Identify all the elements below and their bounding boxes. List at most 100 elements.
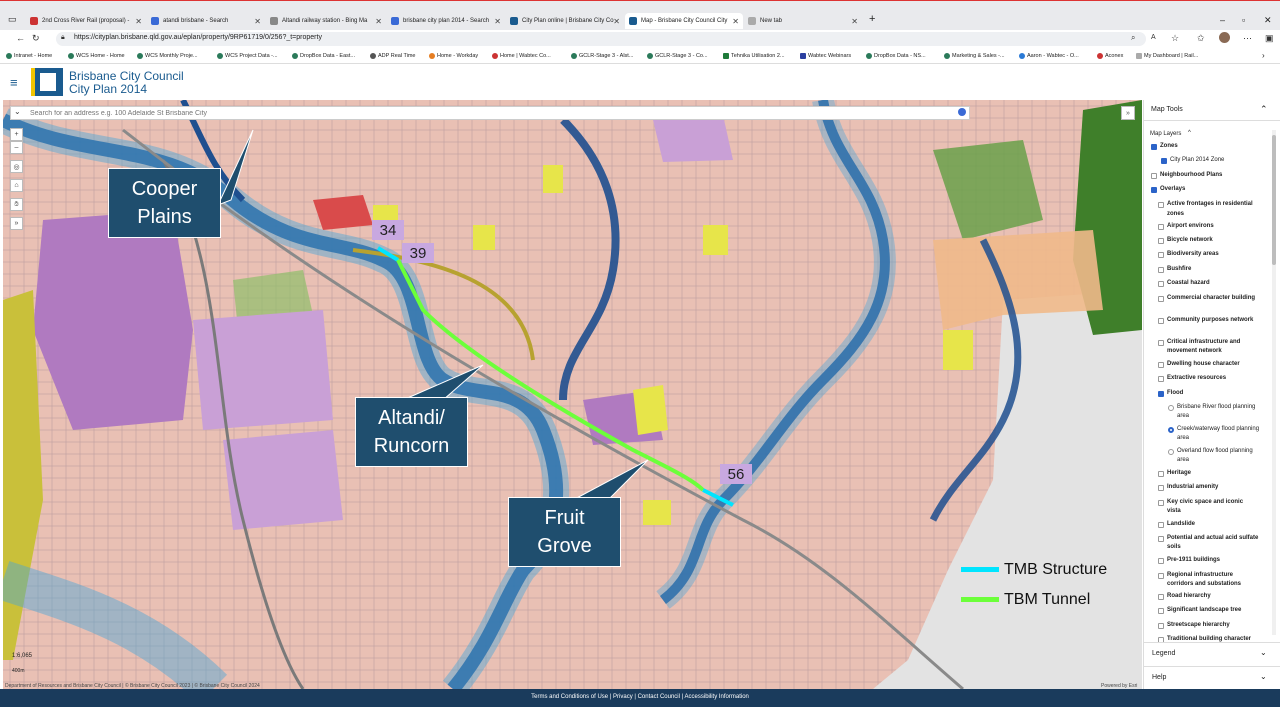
layer-checkbox[interactable] <box>1158 252 1164 258</box>
favorites-icon[interactable]: ✩ <box>1197 33 1205 44</box>
layer-label[interactable]: zones <box>1167 211 1184 217</box>
close-icon[interactable]: ✕ <box>494 17 501 26</box>
layer-checkbox[interactable] <box>1158 522 1164 528</box>
layer-label[interactable]: Creek/waterway flood planning <box>1177 426 1259 432</box>
layer-label[interactable]: Bicycle network <box>1167 237 1213 243</box>
search-options-chevron-icon[interactable]: ⌄ <box>14 107 21 116</box>
bookmark-item[interactable]: Home | Wabtec Co... <box>492 53 551 59</box>
close-icon[interactable]: ✕ <box>613 17 620 26</box>
layer-checkbox[interactable] <box>1158 281 1164 287</box>
url-text[interactable]: https://cityplan.brisbane.qld.gov.au/epl… <box>74 34 322 41</box>
bookmark-item[interactable]: Tehnika Utilisation 2... <box>723 53 785 59</box>
refresh-icon[interactable]: ↻ <box>32 33 40 44</box>
home-button[interactable]: ⌂ <box>10 179 23 192</box>
tab-city-plan-online[interactable]: City Plan online | Brisbane City Co ✕ <box>506 13 624 29</box>
close-icon[interactable]: ✕ <box>254 17 261 26</box>
bookmark-item[interactable]: Wabtec Webinars <box>800 53 851 59</box>
footer-links[interactable]: Terms and Conditions of Use | Privacy | … <box>0 694 1280 700</box>
layer-label[interactable]: Zones <box>1160 143 1178 149</box>
layer-checkbox[interactable] <box>1158 267 1164 273</box>
bookmark-item[interactable]: My Dashboard | Rail... <box>1136 53 1198 59</box>
layer-checkbox[interactable] <box>1158 296 1164 302</box>
layer-label[interactable]: area <box>1177 457 1189 463</box>
close-icon[interactable]: ✕ <box>375 17 382 26</box>
zoom-out-button[interactable]: – <box>10 141 23 154</box>
read-aloud-icon[interactable]: A <box>1151 34 1156 41</box>
bookmark-item[interactable]: GCLR-Stage 3 - Co... <box>647 53 708 59</box>
layer-checkbox[interactable] <box>1158 573 1164 579</box>
hamburger-menu-icon[interactable]: ≡ <box>10 75 18 90</box>
bookmark-item[interactable]: DropBox Data - NS... <box>866 53 926 59</box>
bookmark-item[interactable]: WCS Monthly Proje... <box>137 53 198 59</box>
bookmarks-overflow-icon[interactable]: › <box>1262 51 1265 60</box>
bookmark-item[interactable]: GCLR-Stage 3 - Alst... <box>571 53 633 59</box>
chevron-up-icon[interactable]: ^ <box>1188 130 1191 136</box>
layer-label[interactable]: Extractive resources <box>1167 375 1226 381</box>
layer-checkbox[interactable] <box>1158 340 1164 346</box>
layer-label[interactable]: Community purposes network <box>1167 317 1253 323</box>
layer-label[interactable]: movement network <box>1167 348 1222 354</box>
layer-label[interactable]: Overlays <box>1160 186 1185 192</box>
bookmark-item[interactable]: WCS Home - Home <box>68 53 125 59</box>
layer-checkbox[interactable] <box>1158 376 1164 382</box>
tab-cross-river-rail[interactable]: 2nd Cross River Rail (proposal) - ✕ <box>26 13 146 29</box>
address-search-input[interactable] <box>30 108 950 118</box>
tab-atandi-search[interactable]: atandi brisbane - Search ✕ <box>147 13 265 29</box>
layer-label[interactable]: area <box>1177 413 1189 419</box>
chevron-up-icon[interactable]: ⌃ <box>1260 104 1268 115</box>
layer-checkbox[interactable] <box>1158 623 1164 629</box>
layer-label[interactable]: Road hierarchy <box>1167 593 1211 599</box>
layer-label[interactable]: Active frontages in residential <box>1167 201 1253 207</box>
layer-checkbox[interactable] <box>1158 391 1164 397</box>
layer-checkbox[interactable] <box>1151 173 1157 179</box>
layer-radio[interactable] <box>1168 427 1174 433</box>
maximize-icon[interactable]: ▫ <box>1242 15 1245 25</box>
layer-label[interactable]: Coastal hazard <box>1167 280 1210 286</box>
chevron-down-icon[interactable]: ⌄ <box>1260 672 1267 681</box>
layer-label[interactable]: Overland flow flood planning <box>1177 448 1253 454</box>
legend-section-label[interactable]: Legend <box>1152 650 1175 657</box>
tab-actions-icon[interactable]: ▭ <box>8 14 17 25</box>
layer-label[interactable]: City Plan 2014 Zone <box>1170 157 1224 163</box>
expand-tools-button[interactable]: » <box>10 217 23 230</box>
minimize-icon[interactable]: – <box>1220 15 1225 25</box>
close-icon[interactable]: ✕ <box>732 17 739 26</box>
site-info-icon[interactable]: 🔒︎ <box>61 34 65 42</box>
bookmark-item[interactable]: ADP Real Time <box>370 53 416 59</box>
zoom-icon[interactable]: ⌕ <box>1131 33 1135 43</box>
tab-map-active[interactable]: Map - Brisbane City Council City ✕ <box>625 13 743 29</box>
profile-avatar[interactable] <box>1219 32 1230 43</box>
layer-label[interactable]: Brisbane River flood planning <box>1177 404 1255 410</box>
layer-label[interactable]: Streetscape hierarchy <box>1167 622 1230 628</box>
bookmark-item[interactable]: Aaron - Wabtec - O... <box>1019 53 1079 59</box>
layer-label[interactable]: area <box>1177 435 1189 441</box>
bookmark-item[interactable]: DropBox Data - East... <box>292 53 355 59</box>
tab-city-plan-search[interactable]: brisbane city plan 2014 - Search ✕ <box>387 13 505 29</box>
layer-checkbox[interactable] <box>1158 500 1164 506</box>
collapse-panel-button[interactable]: » <box>1121 106 1135 120</box>
layer-label[interactable]: vista <box>1167 508 1181 514</box>
layer-label[interactable]: Airport environs <box>1167 223 1214 229</box>
layer-checkbox[interactable] <box>1158 238 1164 244</box>
window-close-icon[interactable]: ✕ <box>1264 15 1272 26</box>
close-icon[interactable]: ✕ <box>851 17 858 26</box>
new-tab-plus-icon[interactable]: + <box>869 13 875 25</box>
layer-label[interactable]: Industrial amenity <box>1167 484 1218 490</box>
layer-checkbox[interactable] <box>1158 202 1164 208</box>
more-menu-icon[interactable]: ⋯ <box>1243 33 1252 44</box>
layer-checkbox[interactable] <box>1151 187 1157 193</box>
layer-checkbox[interactable] <box>1158 594 1164 600</box>
layer-checkbox[interactable] <box>1158 471 1164 477</box>
layer-label[interactable]: Potential and actual acid sulfate <box>1167 535 1258 541</box>
pan-button[interactable]: ✋︎ <box>10 198 23 211</box>
layer-label[interactable]: Landslide <box>1167 521 1195 527</box>
help-section-label[interactable]: Help <box>1152 674 1166 681</box>
layer-checkbox[interactable] <box>1158 224 1164 230</box>
layer-label[interactable]: Regional infrastructure <box>1167 572 1233 578</box>
back-icon[interactable]: ← <box>16 33 25 43</box>
layer-checkbox[interactable] <box>1158 362 1164 368</box>
layer-label[interactable]: soils <box>1167 544 1181 550</box>
layer-checkbox[interactable] <box>1158 536 1164 542</box>
layer-checkbox[interactable] <box>1158 318 1164 324</box>
layer-checkbox[interactable] <box>1161 158 1167 164</box>
